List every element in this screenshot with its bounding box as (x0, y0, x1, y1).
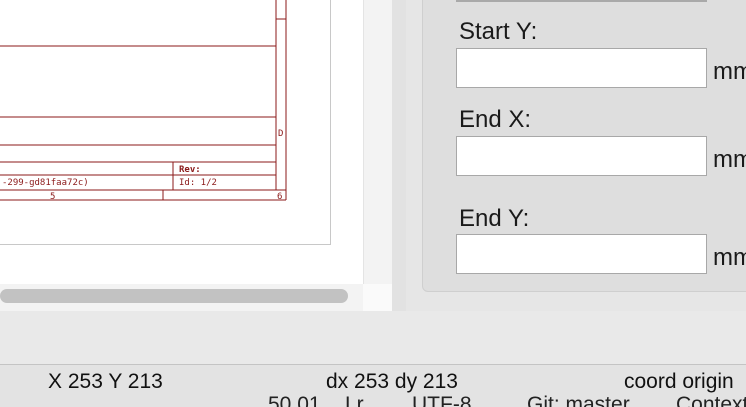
coordinates-group: Start Y: mm End X: mm End Y: mm (422, 0, 746, 292)
delta-position: dx 253 dy 213 (326, 370, 458, 393)
end-y-unit: mm (713, 244, 746, 271)
grid-row-d: D (278, 129, 283, 139)
status-item-encoding[interactable]: UTF-8 (412, 393, 472, 407)
start-x-field-edge (456, 0, 707, 2)
end-x-label: End X: (459, 106, 532, 133)
vertical-scrollbar[interactable] (363, 0, 393, 284)
horizontal-scrollbar-thumb[interactable] (0, 289, 348, 303)
start-y-input[interactable] (456, 48, 707, 88)
scroll-corner (363, 284, 392, 311)
status-item-git[interactable]: Git: master (527, 393, 630, 407)
rev-label: Rev: (179, 165, 201, 175)
coord-origin[interactable]: coord origin (624, 370, 734, 394)
start-y-label: Start Y: (459, 18, 538, 45)
title-block-drawing: Rev: Id: 1/2 -299-gd81faa72c) 5 6 D (0, 0, 287, 202)
status-item-context[interactable]: Context (676, 393, 746, 407)
status-bar: X 253 Y 213 dx 253 dy 213 coord origin 5… (0, 364, 746, 407)
status-item-layer[interactable]: Lr (345, 393, 364, 407)
drawing-sheet: Rev: Id: 1/2 -299-gd81faa72c) 5 6 D (0, 0, 331, 245)
version-text: -299-gd81faa72c) (2, 178, 89, 188)
grid-col-5: 5 (50, 192, 55, 202)
grid-col-6: 6 (277, 192, 282, 202)
start-y-unit: mm (713, 58, 746, 85)
properties-panel: Start Y: mm End X: mm End Y: mm (406, 0, 746, 311)
end-y-label: End Y: (459, 205, 530, 232)
status-item-zoom[interactable]: 50.01 (268, 393, 321, 407)
cursor-position: X 253 Y 213 (48, 370, 163, 393)
id-label: Id: 1/2 (179, 178, 217, 188)
panel-splitter[interactable] (392, 0, 406, 311)
panel-footer (0, 311, 746, 364)
drawing-canvas-area: Rev: Id: 1/2 -299-gd81faa72c) 5 6 D (0, 0, 393, 311)
end-y-input[interactable] (456, 234, 707, 274)
end-x-input[interactable] (456, 136, 707, 176)
drawing-canvas[interactable]: Rev: Id: 1/2 -299-gd81faa72c) 5 6 D (0, 0, 363, 284)
end-x-unit: mm (713, 146, 746, 173)
